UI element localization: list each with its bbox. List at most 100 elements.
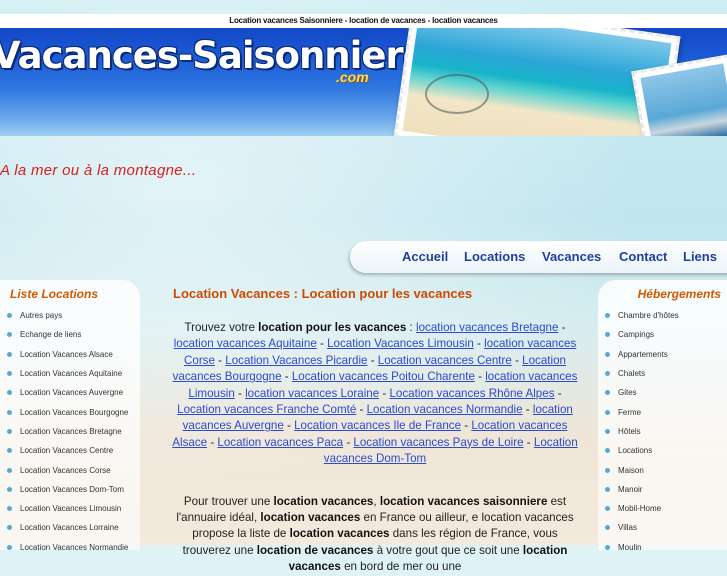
location-list-item-label[interactable]: Location Vacances Bourgogne <box>20 408 128 417</box>
location-list-item[interactable]: Location Vacances Lorraine <box>0 518 128 537</box>
location-list-item[interactable]: Location Vacances Limousin <box>0 499 128 518</box>
menu-contact[interactable]: Contact <box>619 249 667 264</box>
hebergement-list-item-label[interactable]: Locations <box>618 446 652 455</box>
location-list-item-label[interactable]: Location Vacances Auvergne <box>20 388 123 397</box>
hebergement-list-item[interactable]: Villas <box>598 518 679 537</box>
body-text: à votre gout que ce soit une <box>373 543 523 557</box>
site-logo[interactable]: Vacances-Saisonnieres <box>0 34 449 77</box>
description-paragraph: Pour trouver une location vacances, loca… <box>170 494 580 576</box>
top-banner: Location vacances Saisonniere - location… <box>0 14 727 28</box>
hebergement-list-item-label[interactable]: Gites <box>618 388 637 397</box>
location-list-item[interactable]: Location Vacances Centre <box>0 441 128 460</box>
location-list-item[interactable]: Autres pays <box>0 306 128 325</box>
location-list-item[interactable]: Echange de liens <box>0 325 128 344</box>
location-link[interactable]: Location vacances Normandie <box>367 403 523 416</box>
hebergement-list-item-label[interactable]: Manoir <box>618 485 642 494</box>
tagline: A la mer ou à la montagne... <box>0 162 197 179</box>
location-list-item[interactable]: Location Vacances Dom-Tom <box>0 480 128 499</box>
hebergement-list-item-label[interactable]: Moulin <box>618 543 642 552</box>
right-sidebar: Hébergements Chambre d'hôtes Campings Appa… <box>598 280 727 552</box>
intro-bold: location pour les vacances <box>258 321 407 334</box>
hebergement-list-item-label[interactable]: Hôtels <box>618 427 641 436</box>
location-link[interactable]: Location vacances Poitou Charente <box>292 370 475 383</box>
location-link[interactable]: Location vacances Pays de Loire <box>353 436 523 449</box>
hebergement-list-item-label[interactable]: Mobil-Home <box>618 504 661 513</box>
menu-locations[interactable]: Locations <box>464 249 525 264</box>
location-list-item-label[interactable]: Location Vacances Normandie <box>20 543 128 552</box>
location-list-item-label[interactable]: Location Vacances Aquitaine <box>20 369 122 378</box>
location-list-item-label[interactable]: Location Vacances Lorraine <box>20 523 119 532</box>
bullet-icon <box>7 544 12 550</box>
hebergement-list-item[interactable]: Hôtels <box>598 422 679 441</box>
bullet-icon <box>7 332 12 338</box>
hebergement-list-item[interactable]: Mobil-Home <box>598 499 679 518</box>
left-sidebar: Liste Locations Autres pays Echange de li… <box>0 280 140 552</box>
bold-keyword: location de vacances <box>256 543 374 557</box>
hebergement-list-item[interactable]: Locations <box>598 441 679 460</box>
hebergement-list-item[interactable]: Campings <box>598 325 679 344</box>
top-banner-text: Location vacances Saisonniere - location… <box>229 16 498 25</box>
hebergement-list-item[interactable]: Chalets <box>598 364 679 383</box>
bullet-icon <box>605 448 610 454</box>
location-list-item[interactable]: Location Vacances Auvergne <box>0 383 128 402</box>
location-list-item[interactable]: Location Vacances Corse <box>0 460 128 479</box>
main-menu: Accueil Locations Vacances Contact Liens <box>350 241 727 273</box>
bullet-icon <box>605 467 610 473</box>
bullet-icon <box>7 467 12 473</box>
content-title: Location Vacances : Location pour les va… <box>173 286 473 301</box>
location-list-item-label[interactable]: Location Vacances Alsace <box>20 350 113 359</box>
hebergement-list-item[interactable]: Maison <box>598 460 679 479</box>
hebergement-list-item[interactable]: Gites <box>598 383 679 402</box>
hebergement-list-item-label[interactable]: Maison <box>618 466 644 475</box>
hebergement-list-item-label[interactable]: Villas <box>618 523 637 532</box>
postmark-icon <box>425 74 489 114</box>
hebergement-list-item-label[interactable]: Chalets <box>618 369 645 378</box>
location-link[interactable]: Location Vacances Limousin <box>327 337 474 350</box>
hebergement-list-item-label[interactable]: Campings <box>618 330 654 339</box>
hebergement-list-item[interactable]: Ferme <box>598 402 679 421</box>
hebergement-list-item[interactable]: Moulin <box>598 538 679 557</box>
location-list-item-label[interactable]: Location Vacances Bretagne <box>20 427 122 436</box>
location-link[interactable]: location vacances Loraine <box>245 387 379 400</box>
location-list-item-label[interactable]: Echange de liens <box>20 330 81 339</box>
location-link[interactable]: Location vacances Rhône Alpes <box>389 387 554 400</box>
menu-liens[interactable]: Liens <box>683 249 717 264</box>
bold-keyword: location vacances saisonniere <box>379 494 548 508</box>
logo-suffix: .com <box>336 69 369 85</box>
hebergement-list-item[interactable]: Manoir <box>598 480 679 499</box>
hebergement-list-item-label[interactable]: Appartements <box>618 350 668 359</box>
location-link[interactable]: location vacances Bretagne <box>416 321 558 334</box>
location-list-item[interactable]: Location Vacances Bourgogne <box>0 402 128 421</box>
hebergement-list-item-label[interactable]: Ferme <box>618 408 641 417</box>
menu-accueil[interactable]: Accueil <box>402 249 448 264</box>
right-sidebar-title: Hébergements <box>637 287 721 301</box>
location-list-item[interactable]: Location Vacances Bretagne <box>0 422 128 441</box>
location-link[interactable]: Location vacances Ile de France <box>294 419 461 432</box>
location-list-item-label[interactable]: Location Vacances Limousin <box>20 504 121 513</box>
bullet-icon <box>7 409 12 415</box>
location-list-item-label[interactable]: Location Vacances Corse <box>20 466 111 475</box>
location-list-item-label[interactable]: Autres pays <box>20 311 62 320</box>
location-list-item[interactable]: Location Vacances Normandie <box>0 538 128 557</box>
intro-colon: : <box>406 321 416 334</box>
bullet-icon <box>605 409 610 415</box>
bullet-icon <box>605 486 610 492</box>
menu-vacances[interactable]: Vacances <box>542 249 601 264</box>
location-link[interactable]: Location vacances Franche Comté <box>177 403 356 416</box>
location-list-item-label[interactable]: Location Vacances Centre <box>20 446 113 455</box>
location-link[interactable]: Location vacances Paca <box>217 436 343 449</box>
location-list-item[interactable]: Location Vacances Alsace <box>0 345 128 364</box>
location-list-item[interactable]: Location Vacances Aquitaine <box>0 364 128 383</box>
location-link[interactable]: Location Vacances Picardie <box>225 354 367 367</box>
hebergement-list-item-label[interactable]: Chambre d'hôtes <box>618 311 679 320</box>
location-link[interactable]: location vacances Aquitaine <box>174 337 317 350</box>
bullet-icon <box>7 486 12 492</box>
right-hebergement-list: Chambre d'hôtes Campings Appartements Chale… <box>598 306 679 557</box>
hebergement-list-item[interactable]: Chambre d'hôtes <box>598 306 679 325</box>
intro-prefix: Trouvez votre <box>184 321 259 334</box>
location-link[interactable]: Location vacances Centre <box>378 354 512 367</box>
hebergement-list-item[interactable]: Appartements <box>598 345 679 364</box>
body-text: Pour trouver une <box>183 494 274 508</box>
bold-keyword: location vacances <box>289 527 390 541</box>
location-list-item-label[interactable]: Location Vacances Dom-Tom <box>20 485 124 494</box>
